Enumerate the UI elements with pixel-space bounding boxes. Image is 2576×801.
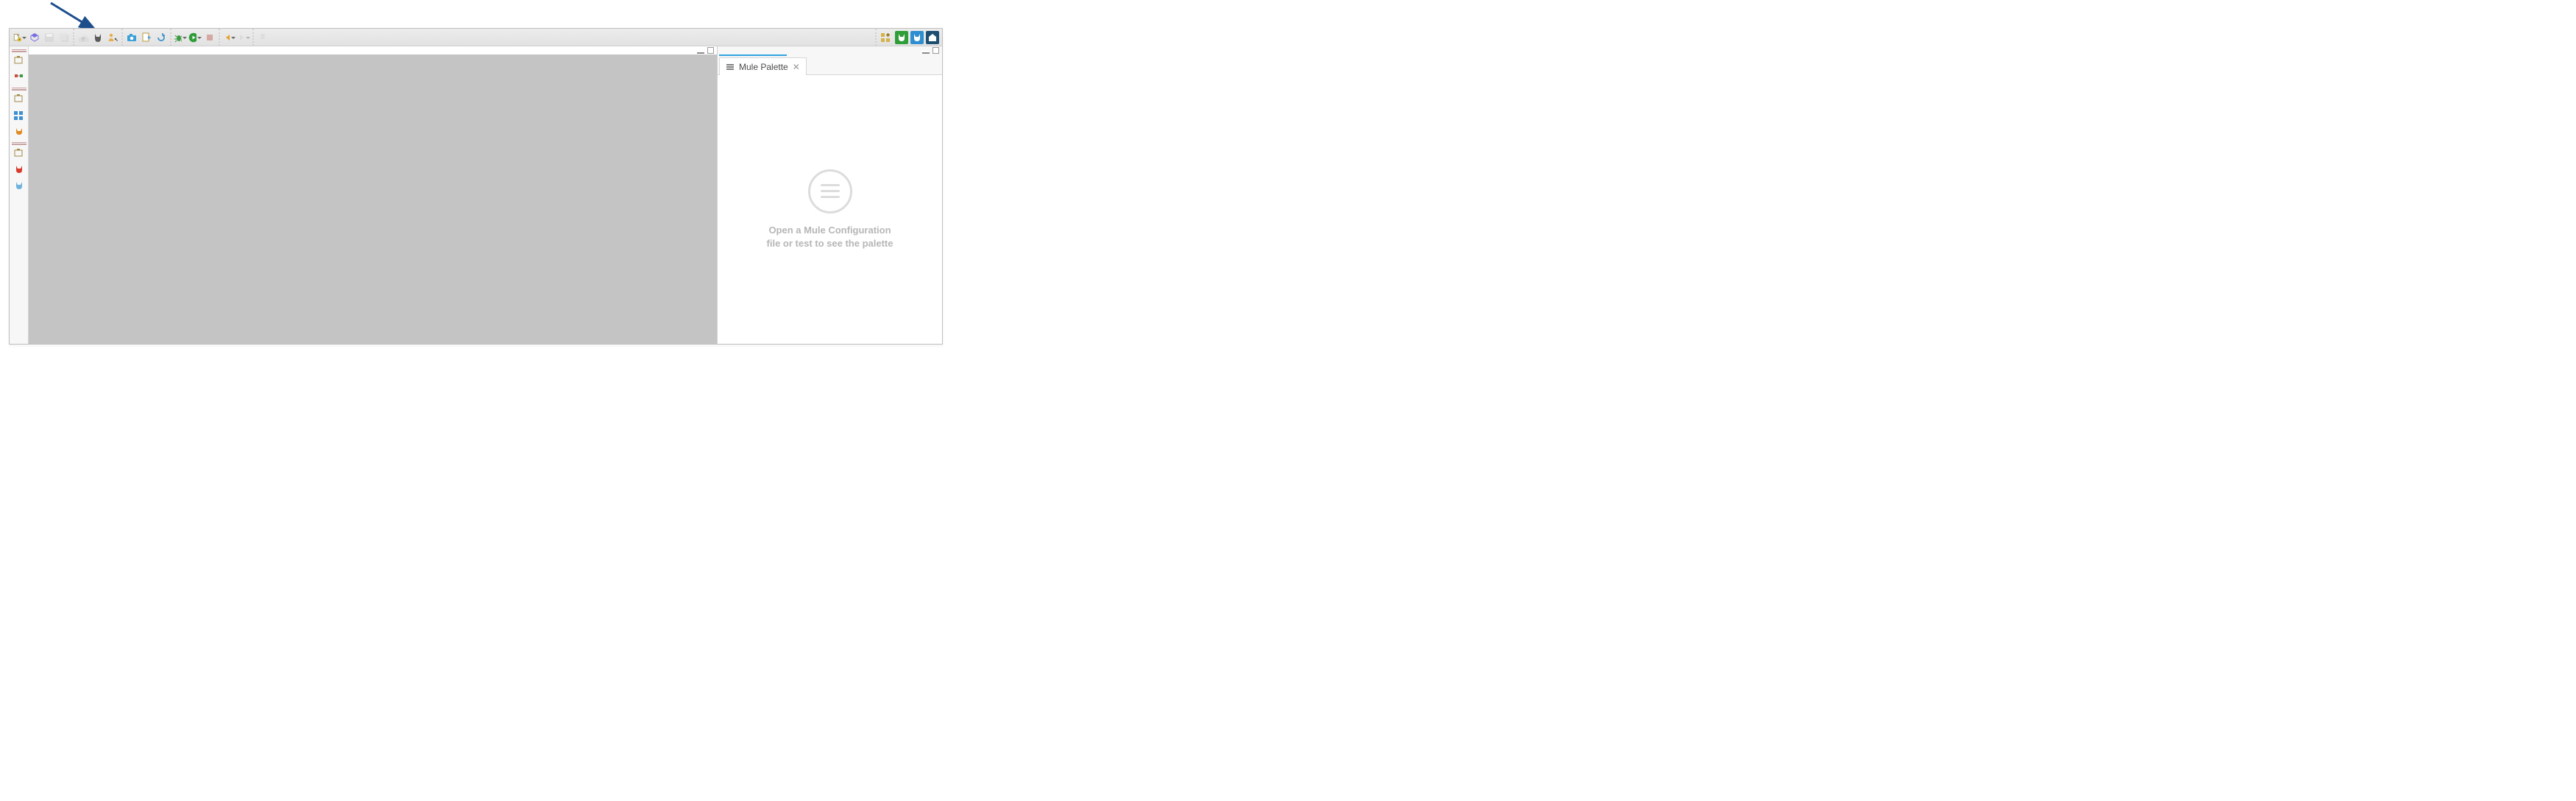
grid-plus-icon [880,32,891,43]
palette-body: Open a Mule Configuration file or test t… [718,75,942,344]
tab-mule-palette[interactable]: Mule Palette ✕ [719,57,807,75]
deploy-button[interactable] [91,30,105,45]
tab-label: Mule Palette [739,62,788,72]
run-button[interactable] [188,30,202,45]
list-icon [726,63,735,71]
maximize-view-icon[interactable] [933,47,939,54]
perspective-api-design[interactable] [926,31,939,44]
floppy-icon [43,32,55,43]
camera-icon [126,32,138,43]
stage: Mule Palette ✕ Open a Mule Configuration… [0,0,2576,801]
mule-debug-perspective-icon [912,32,922,43]
toolbar-group-file [11,29,73,46]
close-icon[interactable]: ✕ [793,62,800,72]
save-all-button [57,30,71,45]
activity-munit-icon[interactable] [11,147,27,161]
upload-cloud-icon [77,32,89,43]
activity-connections-icon[interactable] [11,124,27,139]
exchange-button[interactable] [27,30,42,45]
toolbar-group-publish [73,29,121,46]
publish-button [76,30,91,45]
mule-perspective-icon [896,32,907,43]
back-button[interactable] [222,30,236,45]
editor-empty-canvas [29,54,717,344]
pin-icon [257,32,269,43]
maximize-view-icon[interactable] [707,47,714,54]
stop-button [202,30,217,45]
editor-window-controls [29,46,717,54]
toolbar-group-launch [170,29,219,46]
activity-separator-icon [12,49,26,52]
import-icon [141,32,152,43]
palette-empty-message: Open a Mule Configuration file or test t… [767,224,894,250]
palette-empty-line1: Open a Mule Configuration [767,224,894,237]
minimize-view-icon[interactable] [922,51,930,54]
activity-explorer-icon[interactable] [11,54,27,68]
palette-empty-line2: file or test to see the palette [767,237,894,250]
save-button [42,30,57,45]
toggle-button [255,30,270,45]
main-area: Mule Palette ✕ Open a Mule Configuration… [10,46,942,344]
activity-outline-icon[interactable] [11,92,27,107]
exchange-icon [29,32,40,43]
toolbar-group-tools [121,29,170,46]
main-toolbar [10,29,942,46]
arrow-right-icon [236,32,245,43]
refresh-icon [155,32,167,43]
forward-button [236,30,251,45]
activity-bar [10,46,29,344]
export-image-button[interactable] [124,30,139,45]
open-perspective-button[interactable] [878,30,893,45]
palette-placeholder-icon [808,169,852,214]
editor-area [29,46,717,344]
new-wizard-button[interactable] [13,30,27,45]
activity-separator-icon [12,142,26,145]
arrow-left-icon [222,32,230,43]
activity-mule-blue-icon[interactable] [11,179,27,194]
activity-global-elements-icon[interactable] [11,108,27,123]
debug-button[interactable] [173,30,188,45]
manage-api-button[interactable] [105,30,120,45]
palette-window-controls [718,46,942,54]
import-button[interactable] [139,30,154,45]
perspective-mule-design[interactable] [895,31,908,44]
minimize-view-icon[interactable] [697,51,704,54]
refresh-button[interactable] [154,30,169,45]
stop-icon [204,32,216,43]
toolbar-group-nav [219,29,252,46]
activity-separator-icon [12,88,26,91]
toolbar-group-misc [252,29,272,46]
app-window: Mule Palette ✕ Open a Mule Configuration… [9,28,943,345]
mule-head-icon [92,32,104,43]
document-new-icon [13,32,21,43]
bug-icon [173,32,182,43]
perspective-mule-debug[interactable] [910,31,924,44]
mule-palette-panel: Mule Palette ✕ Open a Mule Configuration… [717,46,942,344]
play-circle-icon [188,32,197,43]
floppy-stack-icon [58,32,70,43]
person-key-icon [107,32,118,43]
toolbar-group-perspectives [875,29,941,46]
home-icon [927,32,938,43]
activity-mule-red-icon[interactable] [11,163,27,177]
palette-tabstrip: Mule Palette ✕ [718,56,942,75]
activity-mule-app-icon[interactable] [11,70,27,85]
